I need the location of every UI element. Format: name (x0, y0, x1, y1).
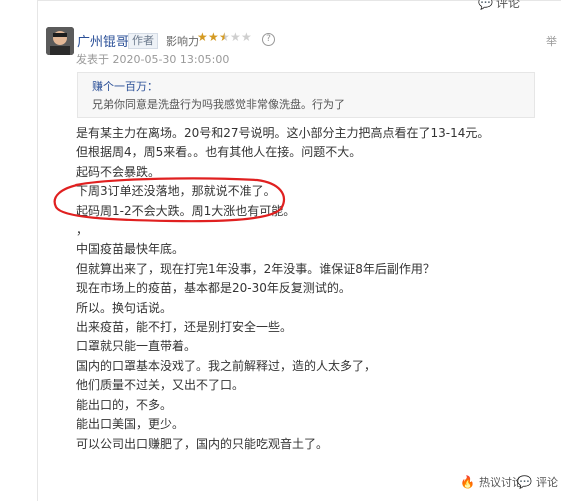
body-line: 能出口的，不多。 (76, 397, 173, 412)
body-line: 但就算出来了，现在打完1年没事，2年没事。谁保证8年后副作用？ (76, 261, 435, 276)
body-line: 是有某主力在离场。20号和27号说明。这小部分主力把高点看在了13-14元。 (76, 126, 490, 140)
author-name[interactable]: 广州锟哥 (77, 31, 129, 50)
comment-icon: 💬 (517, 475, 532, 489)
post-date: 发表于 2020-05-30 13:05:00 (76, 53, 230, 66)
quote-text: 兄弟你同意是洗盘行为吗我感觉非常像洗盘。行为了 (92, 98, 345, 111)
body-line: 中国疫苗最快年底。 (76, 242, 185, 257)
body-line: 口罩就只能一直带着。 (76, 339, 197, 354)
body-line: 现在市场上的疫苗，基本都是20-30年反复测试的。 (76, 281, 351, 296)
body-line: 能出口美国，更少。 (76, 417, 185, 432)
avatar[interactable] (46, 27, 74, 55)
quote-block: 赚个一百万： 兄弟你同意是洗盘行为吗我感觉非常像洗盘。行为了 (77, 72, 535, 118)
top-comment-link[interactable]: 💬 评论 (478, 0, 520, 11)
author-badge: 作者 (128, 33, 158, 49)
comment-link[interactable]: 💬 评论 (517, 474, 558, 490)
post-body: 是有某主力在离场。20号和27号说明。这小部分主力把高点看在了13-14元。 但… (76, 124, 536, 454)
empty-star-icon: ★ (230, 30, 241, 44)
influence-label: 影响力 (166, 35, 199, 48)
quote-author[interactable]: 赚个一百万： (92, 78, 158, 94)
body-line: 国内的口罩基本没戏了。我之前解释过，造的人太多了， (76, 358, 377, 373)
info-icon[interactable]: ? (262, 33, 275, 46)
body-line: 他们质量不过关，又出不了口。 (76, 378, 245, 393)
star-icon: ★ (208, 30, 219, 44)
body-line: 所以。换句话说。 (76, 300, 173, 315)
fire-icon: 🔥 (460, 475, 475, 489)
avatar-image (46, 27, 74, 55)
empty-star-icon: ★ (241, 30, 252, 44)
star-icon: ★ (197, 30, 208, 44)
red-highlight-ellipse (53, 177, 285, 223)
body-line: 可以公司出口赚肥了，国内的只能吃观音土了。 (76, 436, 329, 451)
top-comment-label: 评论 (495, 0, 520, 10)
influence-stars: ★ ★ ★ ★ ★ (197, 30, 252, 44)
half-star-icon: ★ (219, 30, 230, 44)
floor-label[interactable]: 举 (546, 33, 557, 49)
comment-icon: 💬 (478, 0, 493, 10)
hot-discussion-link[interactable]: 🔥 热议讨论 (460, 474, 523, 490)
body-line: 但根据周4，周5来看。。也有其他人在接。问题不大。 (76, 145, 362, 160)
body-line: 出来疫苗，能不打，还是别打安全一些。 (76, 320, 293, 335)
comment-label: 评论 (535, 476, 558, 489)
body-line: ， (76, 223, 89, 238)
